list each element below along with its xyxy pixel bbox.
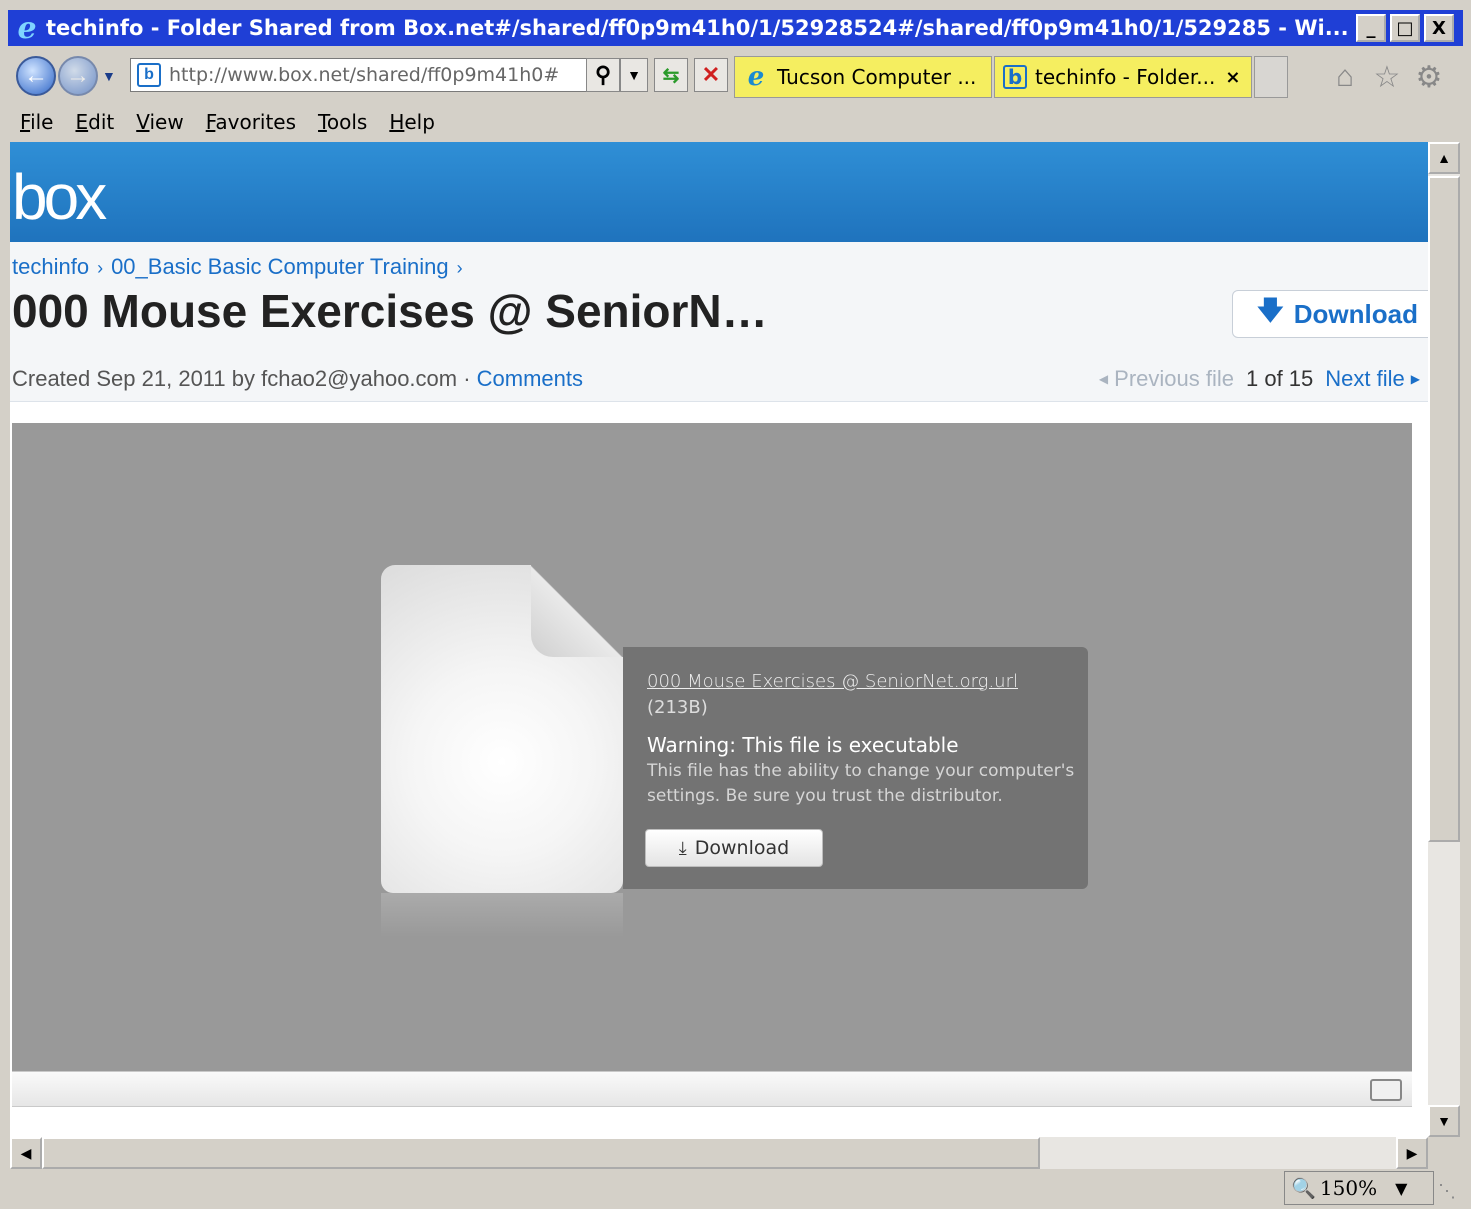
download-arrow-icon: 🡇	[1257, 295, 1284, 325]
scroll-up-button[interactable]: ▲	[1428, 142, 1460, 174]
warning-title: Warning: This file is executable	[647, 733, 959, 757]
resize-grip-icon[interactable]: ⋱	[1438, 1181, 1456, 1202]
stop-icon[interactable]: ✕	[694, 58, 728, 92]
breadcrumb-separator: ›	[456, 258, 463, 278]
download-arrow-icon: ⤓	[678, 837, 687, 859]
maximize-button[interactable]: □	[1390, 14, 1420, 42]
panel-download-button[interactable]: ⤓ Download	[645, 829, 823, 867]
menu-favorites[interactable]: Favorites	[206, 110, 296, 134]
file-reflection	[381, 893, 623, 937]
tab-close-icon[interactable]: ×	[1225, 67, 1240, 88]
menu-tools[interactable]: Tools	[318, 110, 367, 134]
window-title: techinfo - Folder Shared from Box.net#/s…	[46, 16, 1349, 40]
horizontal-scrollbar[interactable]: ◀ ▶	[10, 1137, 1428, 1169]
new-tab-button[interactable]	[1254, 56, 1288, 98]
back-button[interactable]: ←	[16, 56, 56, 96]
zoom-magnifier-icon: 🔍	[1291, 1176, 1316, 1200]
tab-label: techinfo - Folder...	[1035, 65, 1216, 89]
home-icon[interactable]: ⌂	[1328, 60, 1362, 94]
close-button[interactable]: X	[1424, 14, 1454, 42]
address-url[interactable]: http://www.box.net/shared/ff0p9m41h0#	[169, 64, 569, 86]
breadcrumb-basic-training[interactable]: 00_Basic Basic Computer Training	[111, 254, 449, 279]
comments-link[interactable]: Comments	[477, 366, 583, 391]
file-fold-corner	[531, 565, 623, 657]
address-dropdown-icon[interactable]: ▼	[620, 58, 648, 92]
vertical-scroll-thumb[interactable]	[1428, 176, 1460, 842]
compatibility-view-icon[interactable]: ⇆	[654, 58, 688, 92]
file-pager: ◀ Previous file 1 of 15 Next file ▶	[1093, 366, 1426, 392]
menu-file[interactable]: File	[20, 110, 53, 134]
file-preview: 000 Mouse Exercises @ SeniorNet.org.url …	[12, 423, 1412, 1071]
file-info-panel: 000 Mouse Exercises @ SeniorNet.org.url …	[623, 647, 1088, 889]
favorites-star-icon[interactable]: ☆	[1370, 60, 1404, 94]
history-dropdown-icon[interactable]: ▼	[102, 68, 116, 84]
next-arrow-icon: ▶	[1410, 372, 1420, 386]
preview-toolbar	[12, 1071, 1412, 1107]
tab-tucson-computer[interactable]: e Tucson Computer ...	[734, 56, 992, 98]
menu-help[interactable]: Help	[389, 110, 435, 134]
search-icon[interactable]: ⚲	[586, 58, 620, 92]
file-meta: Created Sep 21, 2011 by fchao2@yahoo.com…	[12, 366, 583, 392]
tools-gear-icon[interactable]: ⚙	[1412, 60, 1446, 94]
breadcrumb-separator: ›	[97, 258, 104, 278]
window-title-bar: e techinfo - Folder Shared from Box.net#…	[8, 10, 1463, 46]
horizontal-scroll-thumb[interactable]	[42, 1137, 1040, 1169]
box-header: box	[10, 142, 1428, 242]
box-logo[interactable]: box	[12, 160, 107, 234]
panel-download-label: Download	[694, 837, 790, 859]
next-file-link[interactable]: Next file	[1325, 366, 1404, 392]
box-favicon-icon: b	[137, 63, 161, 87]
internet-explorer-icon: e	[17, 10, 37, 46]
status-bar: 🔍 150% ▼ ⋱	[8, 1169, 1463, 1209]
fullscreen-icon[interactable]	[1370, 1079, 1402, 1101]
page-viewport: box techinfo › 00_Basic Basic Computer Tra…	[10, 142, 1428, 1137]
file-position: 1 of 15	[1246, 366, 1314, 391]
breadcrumb: techinfo › 00_Basic Basic Computer Trainin…	[12, 254, 471, 280]
download-button-label: Download	[1293, 298, 1418, 329]
tab-techinfo-folder[interactable]: b techinfo - Folder... ×	[994, 56, 1252, 98]
previous-arrow-icon: ◀	[1098, 372, 1109, 386]
previous-file-link[interactable]: Previous file	[1114, 366, 1234, 392]
ie-page-icon: e	[747, 62, 765, 92]
forward-button[interactable]: →	[58, 56, 98, 96]
menu-bar: File Edit View Favorites Tools Help	[8, 104, 1463, 140]
download-button[interactable]: 🡇 Download	[1232, 290, 1428, 338]
page-title: 000 Mouse Exercises @ SeniorN…	[12, 285, 768, 337]
zoom-level: 150%	[1319, 1176, 1378, 1200]
file-name-link[interactable]: 000 Mouse Exercises @ SeniorNet.org.url	[647, 671, 1018, 692]
scroll-right-button[interactable]: ▶	[1396, 1137, 1428, 1169]
file-header: techinfo › 00_Basic Basic Computer Trainin…	[10, 242, 1428, 402]
minimize-button[interactable]: _	[1356, 14, 1386, 42]
zoom-dropdown-icon[interactable]: ▼	[1395, 1179, 1407, 1198]
tab-label: Tucson Computer ...	[777, 65, 977, 89]
navigation-bar: ← → ▼ b http://www.box.net/shared/ff0p9m…	[8, 50, 1463, 102]
vertical-scrollbar[interactable]: ▲ ▼	[1428, 142, 1460, 1137]
menu-edit[interactable]: Edit	[75, 110, 114, 134]
address-bar[interactable]: b http://www.box.net/shared/ff0p9m41h0#	[130, 58, 600, 92]
zoom-control[interactable]: 🔍 150% ▼	[1284, 1171, 1434, 1205]
box-favicon-icon: b	[1003, 65, 1027, 89]
scroll-left-button[interactable]: ◀	[10, 1137, 42, 1169]
created-info: Created Sep 21, 2011 by fchao2@yahoo.com…	[12, 366, 477, 391]
menu-view[interactable]: View	[136, 110, 183, 134]
scroll-down-button[interactable]: ▼	[1428, 1105, 1460, 1137]
file-size: (213B)	[647, 697, 708, 718]
warning-text: This file has the ability to change your…	[647, 761, 1075, 806]
breadcrumb-techinfo[interactable]: techinfo	[12, 254, 89, 279]
